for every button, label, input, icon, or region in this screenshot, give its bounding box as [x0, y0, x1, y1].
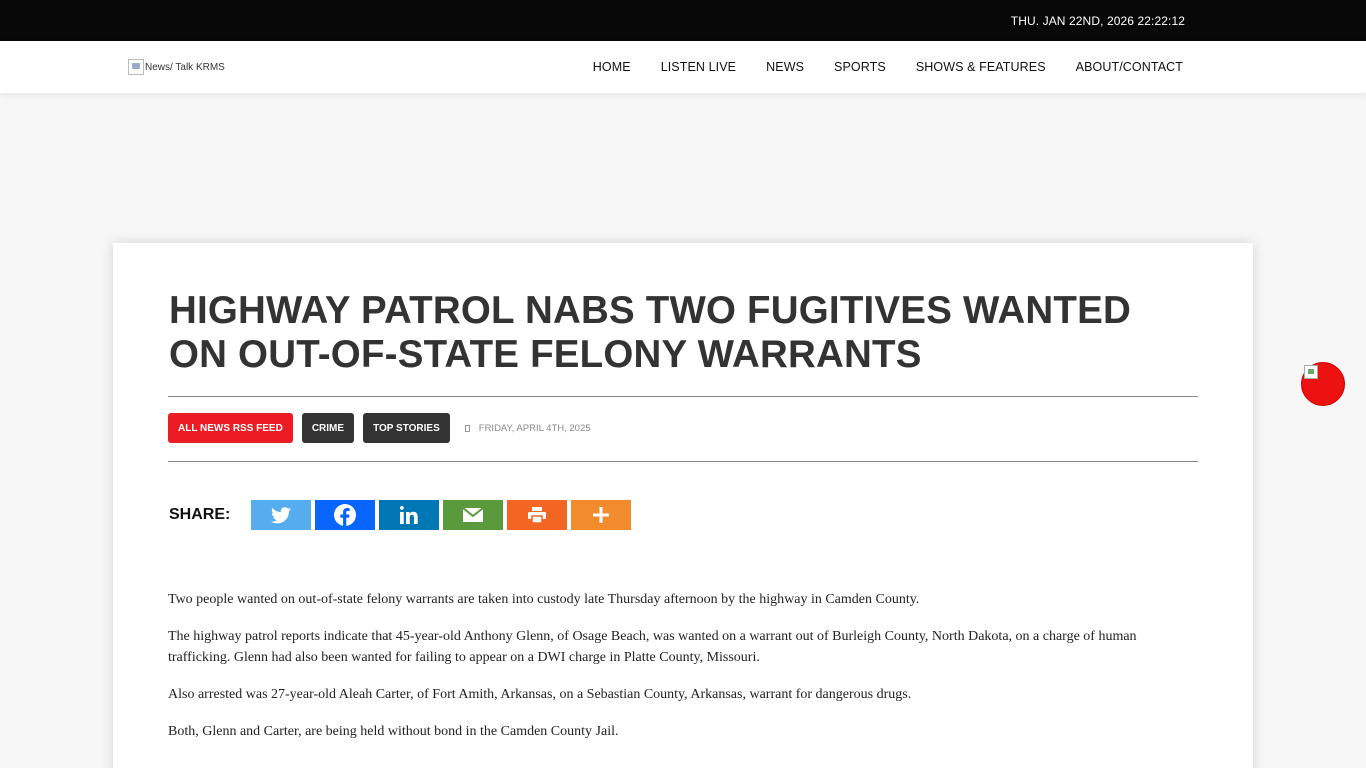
floating-accessibility-button[interactable] [1301, 362, 1345, 406]
article-paragraph: The highway patrol reports indicate that… [168, 629, 1137, 665]
twitter-icon [271, 506, 291, 523]
share-email-button[interactable] [443, 500, 503, 530]
nav-home[interactable]: HOME [593, 60, 631, 74]
broken-image-icon [1304, 365, 1318, 379]
calendar-icon [464, 424, 470, 432]
divider [168, 396, 1198, 397]
share-print-button[interactable] [507, 500, 567, 530]
top-bar: THU. JAN 22ND, 2026 22:22:12 [0, 0, 1366, 41]
current-datetime: THU. JAN 22ND, 2026 22:22:12 [1010, 14, 1185, 28]
article-paragraph: Both, Glenn and Carter, are being held w… [168, 724, 619, 739]
broken-image-icon [128, 59, 144, 75]
logo-alt-text: News/ Talk KRMS [145, 61, 225, 73]
main-nav: HOME LISTEN LIVE NEWS SPORTS SHOWS & FEA… [563, 41, 1183, 93]
nav-shows-features[interactable]: SHOWS & FEATURES [916, 60, 1046, 74]
article-tags: ALL NEWS RSS FEED CRIME TOP STORIES FRID… [168, 413, 591, 443]
site-header: News/ Talk KRMS HOME LISTEN LIVE NEWS SP… [0, 41, 1366, 93]
article-paragraph: Two people wanted on out-of-state felony… [168, 592, 920, 607]
print-icon [528, 507, 546, 523]
share-twitter-button[interactable] [251, 500, 311, 530]
email-icon [463, 508, 483, 522]
article-title: HIGHWAY PATROL NABS TWO FUGITIVES WANTED… [169, 289, 1131, 376]
nav-sports[interactable]: SPORTS [834, 60, 886, 74]
article-card: HIGHWAY PATROL NABS TWO FUGITIVES WANTED… [113, 243, 1253, 768]
share-linkedin-button[interactable] [379, 500, 439, 530]
facebook-icon [334, 504, 356, 526]
article-body: Two people wanted on out-of-state felony… [168, 589, 1198, 758]
nav-news[interactable]: NEWS [766, 60, 804, 74]
linkedin-icon [400, 506, 418, 524]
tag-top-stories[interactable]: TOP STORIES [363, 413, 450, 443]
tag-crime[interactable]: CRIME [301, 413, 355, 443]
share-facebook-button[interactable] [315, 500, 375, 530]
plus-icon [593, 507, 609, 523]
article-date: FRIDAY, APRIL 4TH, 2025 [464, 422, 591, 434]
divider [168, 461, 1198, 462]
share-more-button[interactable] [571, 500, 631, 530]
article-date-text: FRIDAY, APRIL 4TH, 2025 [478, 422, 591, 434]
nav-about-contact[interactable]: ABOUT/CONTACT [1076, 60, 1183, 74]
site-logo-link[interactable]: News/ Talk KRMS [128, 59, 225, 75]
share-bar: SHARE: [169, 500, 635, 530]
share-label: SHARE: [169, 506, 231, 523]
article-paragraph: Also arrested was 27-year-old Aleah Cart… [168, 687, 912, 702]
nav-listen-live[interactable]: LISTEN LIVE [661, 60, 736, 74]
tag-all-news-rss[interactable]: ALL NEWS RSS FEED [168, 413, 293, 443]
